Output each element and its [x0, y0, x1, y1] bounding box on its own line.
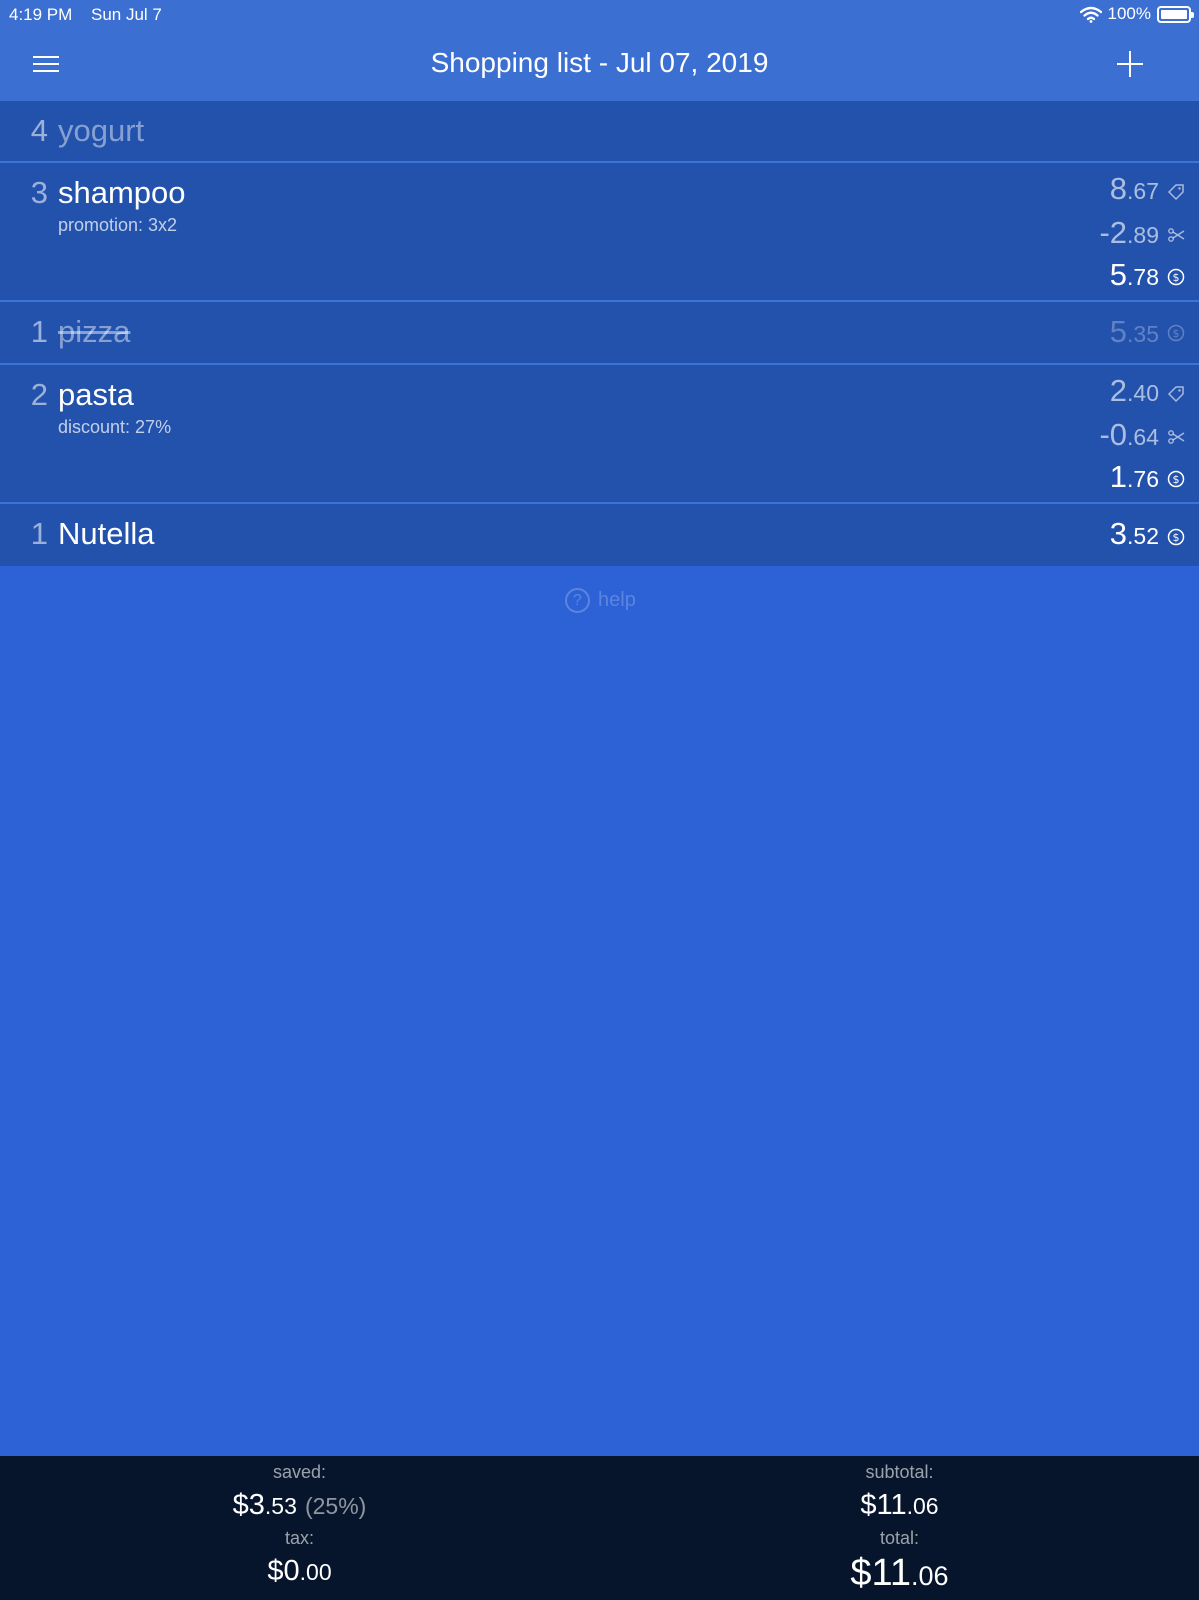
shopping-list: 4 yogurt 3 shampoo promotion: 3x2 8.67 -… [0, 101, 1199, 566]
item-name: pizza [58, 314, 131, 349]
help-button[interactable]: ? help [565, 588, 636, 613]
dollar-coin-icon: $ [1167, 470, 1185, 488]
status-bar: 4:19 PM Sun Jul 7 100% [0, 0, 1199, 30]
item-name: yogurt [58, 113, 145, 148]
list-item-yogurt[interactable]: 4 yogurt [0, 101, 1199, 163]
saved-percent: (25%) [304, 1493, 367, 1519]
dollar-coin-icon: $ [1167, 268, 1185, 286]
status-date: Sun Jul 7 [91, 5, 162, 24]
svg-text:$: $ [1173, 531, 1180, 544]
tax-label: tax: [284, 1528, 314, 1548]
battery-icon [1157, 5, 1194, 23]
price-tag-icon [1167, 386, 1184, 403]
list-item-shampoo[interactable]: 3 shampoo promotion: 3x2 8.67 -2.89 5.78… [0, 163, 1199, 302]
subtotal-value: $11.06 [860, 1489, 939, 1521]
price-tag-icon [1167, 184, 1184, 201]
svg-text:$: $ [1173, 327, 1180, 340]
list-item-pasta[interactable]: 2 pasta discount: 27% 2.40 -0.64 1.76 $ [0, 365, 1199, 504]
item-quantity: 1 [30, 314, 48, 349]
top-bar: 4:19 PM Sun Jul 7 100% Shopping list - J… [0, 0, 1199, 101]
item-quantity: 2 [30, 377, 48, 412]
list-item-nutella[interactable]: 1 Nutella 3.52 $ [0, 504, 1199, 566]
tax-value: $0.00 [267, 1555, 332, 1587]
question-circle-icon: ? [565, 588, 590, 613]
totals-footer: saved: $3.53 (25%) tax: $0.00 subtotal: … [0, 1456, 1199, 1600]
saved-label: saved: [272, 1462, 327, 1482]
dollar-coin-icon: $ [1167, 324, 1185, 342]
item-note: promotion: 3x2 [58, 215, 178, 235]
subtotal-label: subtotal: [865, 1462, 934, 1482]
total-label: total: [879, 1528, 920, 1548]
list-item-pizza[interactable]: 1 pizza 5.35 $ [0, 302, 1199, 365]
item-quantity: 1 [30, 516, 48, 551]
item-saving: -0.64 [1099, 417, 1159, 452]
item-total: 5.78 [1109, 257, 1159, 292]
item-total: 5.35 [1109, 314, 1159, 349]
scissors-icon [1168, 430, 1185, 444]
item-note: discount: 27% [58, 417, 172, 437]
dollar-coin-icon: $ [1167, 528, 1185, 546]
item-name: shampoo [58, 175, 186, 210]
totals-column: subtotal: $11.06 total: $11.06 [600, 1456, 1199, 1596]
scissors-icon [1168, 228, 1185, 242]
status-right: 100% [1079, 4, 1194, 24]
svg-text:$: $ [1173, 271, 1180, 284]
item-name: pasta [58, 377, 134, 412]
item-unit-price: 2.40 [1109, 373, 1159, 408]
battery-percent: 100% [1107, 4, 1151, 23]
svg-text:$: $ [1173, 473, 1180, 486]
item-total: 3.52 [1109, 516, 1159, 551]
item-total: 1.76 [1109, 459, 1159, 494]
item-quantity: 4 [30, 113, 48, 148]
item-saving: -2.89 [1099, 215, 1159, 250]
status-time: 4:19 PM [9, 5, 73, 24]
item-name: Nutella [58, 516, 155, 551]
page-title: Shopping list - Jul 07, 2019 [430, 47, 769, 78]
item-unit-price: 8.67 [1109, 171, 1159, 206]
savings-column: saved: $3.53 (25%) tax: $0.00 [0, 1456, 599, 1594]
add-item-button[interactable] [1116, 50, 1144, 78]
help-label: help [598, 589, 636, 611]
wifi-icon [1079, 6, 1102, 23]
total-value: $11.06 [850, 1552, 949, 1594]
item-quantity: 3 [30, 175, 48, 210]
saved-value: $3.53 (25%) [232, 1489, 367, 1521]
